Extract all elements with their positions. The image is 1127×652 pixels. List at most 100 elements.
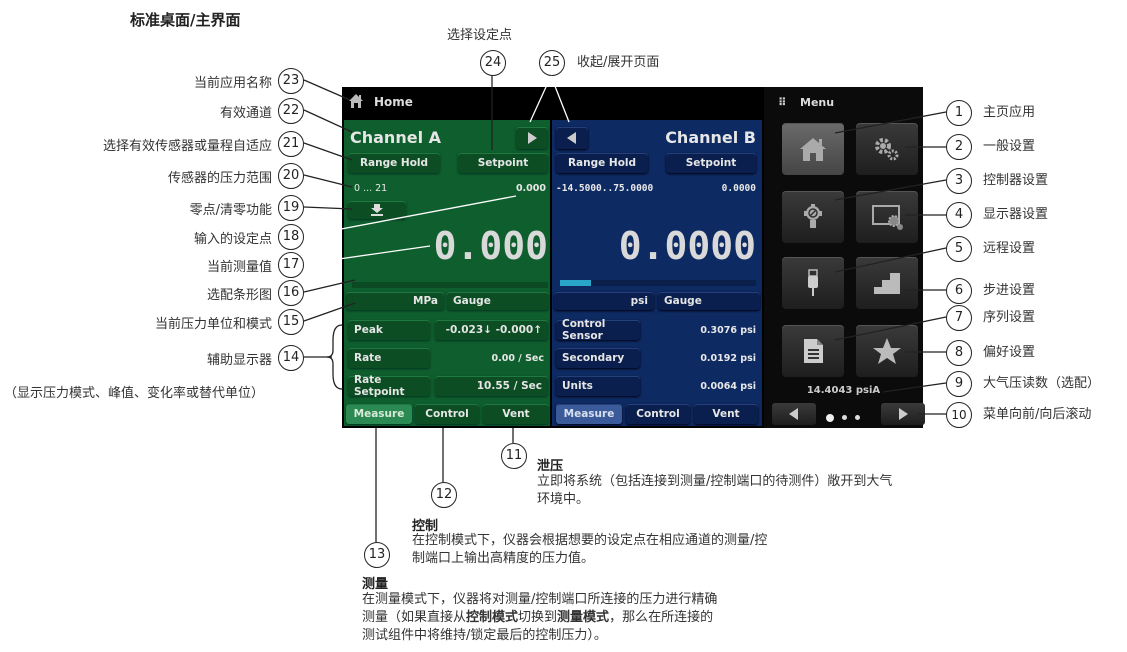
channel-b-aux-value-1: 0.3076 psi (700, 325, 756, 336)
desc-line: 在控制模式下，仪器会根据想要的设定点在相应通道的测量/控 (412, 533, 768, 548)
callout-20-number: 20 (278, 163, 304, 189)
callout-7-label: 序列设置 (983, 310, 1036, 325)
callout-13-number: 13 (364, 542, 390, 568)
menu-tile-display-settings[interactable] (856, 191, 918, 243)
channel-b-aux-label-2[interactable]: Secondary (556, 348, 640, 368)
channel-b-tab-control[interactable]: Control (626, 404, 690, 424)
callout-12-desc: 在控制模式下，仪器会根据想要的设定点在相应通道的测量/控 制端口上输出高精度的压… (412, 532, 767, 568)
document-icon (804, 339, 823, 363)
channel-a-setpoint-value: 0.000 (515, 183, 546, 194)
channel-b-panel: Channel B Range Hold Setpoint -14.5000..… (552, 120, 762, 426)
channel-b-setpoint-button[interactable]: Setpoint (666, 153, 756, 173)
channel-b-aux-value-3: 0.0064 psi (700, 381, 756, 392)
menu-tile-sequence-settings[interactable] (782, 325, 844, 377)
desc-line: 环境中。 (537, 492, 590, 507)
channel-b-aux-label-1[interactable]: Control Sensor (556, 318, 640, 342)
menu-back-button[interactable] (772, 403, 816, 425)
channel-b-unit-button[interactable]: psi (554, 292, 654, 310)
menu-tile-remote-settings[interactable] (782, 257, 844, 309)
callout-17-number: 17 (278, 252, 304, 278)
channel-a-aux-label-1[interactable]: Peak (348, 320, 430, 340)
channel-a-reading: 0.000 (433, 224, 548, 268)
channel-b-tab-vent[interactable]: Vent (694, 404, 758, 424)
channel-a-range-hold-button[interactable]: Range Hold (348, 153, 440, 173)
callout-11-title: 泄压 (537, 459, 564, 474)
callout-7-number: 7 (946, 305, 972, 331)
zero-icon (371, 204, 383, 216)
callout-9-label: 大气压读数（选配） (983, 376, 1101, 391)
expand-page-button[interactable] (556, 127, 588, 149)
barometer-reading: 14.4043 psiA (806, 385, 881, 396)
callout-6-number: 6 (946, 278, 972, 304)
page-indicator (826, 407, 861, 426)
callout-10-number: 10 (946, 402, 972, 428)
callout-15-number: 15 (278, 309, 304, 335)
callout-8-label: 偏好设置 (983, 345, 1036, 360)
menu-tile-general-settings[interactable] (856, 123, 918, 175)
home-icon[interactable] (348, 93, 364, 113)
callout-9-number: 9 (946, 371, 972, 397)
page-dot (842, 415, 848, 420)
channel-a-aux-value-1: -0.023↓ -0.000↑ (435, 320, 548, 340)
callout-8-number: 8 (946, 340, 972, 366)
callout-3-number: 3 (946, 168, 972, 194)
callout-14-subtext: （显示压力模式、峰值、变化率或替代单位） (4, 386, 265, 401)
steps-icon (874, 273, 900, 294)
page-dot (855, 415, 861, 420)
page-dot-active (826, 413, 834, 422)
channel-a-tab-measure[interactable]: Measure (346, 404, 412, 424)
menu-tile-controller-settings[interactable] (782, 191, 844, 243)
zero-tare-button[interactable] (348, 201, 406, 219)
callout-17-label: 当前测量值 (206, 260, 272, 275)
callout-14-number: 14 (278, 345, 304, 371)
callout-21-label: 选择有效传感器或量程自适应 (102, 139, 272, 154)
callout-2-number: 2 (946, 134, 972, 160)
callout-4-number: 4 (946, 202, 972, 228)
menu-tile-favorites[interactable] (856, 325, 918, 377)
callout-13-desc: 在测量模式下，仪器将对测量/控制端口所连接的压力进行精确 测量（如果直接从控制模… (362, 591, 717, 645)
menu-forward-button[interactable] (881, 403, 925, 425)
channel-b-tab-measure[interactable]: Measure (556, 404, 622, 424)
home-icon (800, 138, 826, 161)
callout-18-number: 18 (278, 224, 304, 250)
channel-a-tab-control[interactable]: Control (415, 404, 479, 424)
callout-22-number: 22 (278, 98, 304, 124)
desc-line: 立即将系统（包括连接到测量/控制端口的待测件）敞开到大气 (537, 474, 893, 489)
channel-b-aux-label-3[interactable]: Units (556, 376, 640, 396)
device-screen: Home Channel A Range Hold Setpoint 0 ...… (342, 87, 925, 428)
channel-a-aux-value-3: 10.55 / Sec (435, 376, 548, 396)
channel-a-aux-label-3[interactable]: Rate Setpoint (348, 374, 430, 398)
channel-a-range: 0 ... 21 (354, 183, 388, 194)
channel-b-mode-button[interactable]: Gauge (658, 292, 760, 310)
menu-tile-step-settings[interactable] (856, 257, 918, 309)
callout-22-label: 有效通道 (219, 106, 272, 121)
channel-b-range-hold-button[interactable]: Range Hold (556, 153, 648, 173)
desc-line: 测量（如果直接从控制模式切换到测量模式，那么在所连接的 (362, 610, 714, 625)
callout-16-label: 选配条形图 (206, 288, 272, 303)
callout-19-number: 19 (278, 195, 304, 221)
callout-20-label: 传感器的压力范围 (167, 171, 272, 186)
channel-b-reading: 0.0000 (618, 224, 756, 268)
channel-a-unit-button[interactable]: MPa (346, 292, 444, 310)
star-icon (873, 338, 901, 364)
app-name: Home (374, 95, 413, 109)
channel-a-tab-vent[interactable]: Vent (483, 404, 549, 424)
channel-a-mode-button[interactable]: Gauge (447, 292, 549, 310)
callout-10-label: 菜单向前/向后滚动 (983, 407, 1092, 422)
callout-25-number: 25 (539, 50, 565, 76)
arrow-right-icon (899, 408, 908, 420)
menu-tile-home[interactable] (782, 123, 844, 175)
channel-a-aux-label-2[interactable]: Rate (348, 348, 430, 368)
callout-5-label: 远程设置 (983, 241, 1036, 256)
channel-a-aux-value-2: 0.00 / Sec (491, 353, 544, 364)
channel-b-bar-graph (560, 280, 756, 286)
channel-b-title: Channel B (665, 128, 756, 147)
callout-4-label: 显示器设置 (983, 207, 1049, 222)
callout-19-label: 零点/清零功能 (189, 203, 272, 218)
channel-a-setpoint-button[interactable]: Setpoint (458, 153, 548, 173)
callout-1-number: 1 (946, 100, 972, 126)
channel-b-setpoint-value: 0.0000 (721, 183, 756, 194)
callout-23-label: 当前应用名称 (193, 76, 272, 91)
arrow-left-icon (789, 408, 798, 420)
collapse-page-button[interactable] (516, 127, 548, 149)
